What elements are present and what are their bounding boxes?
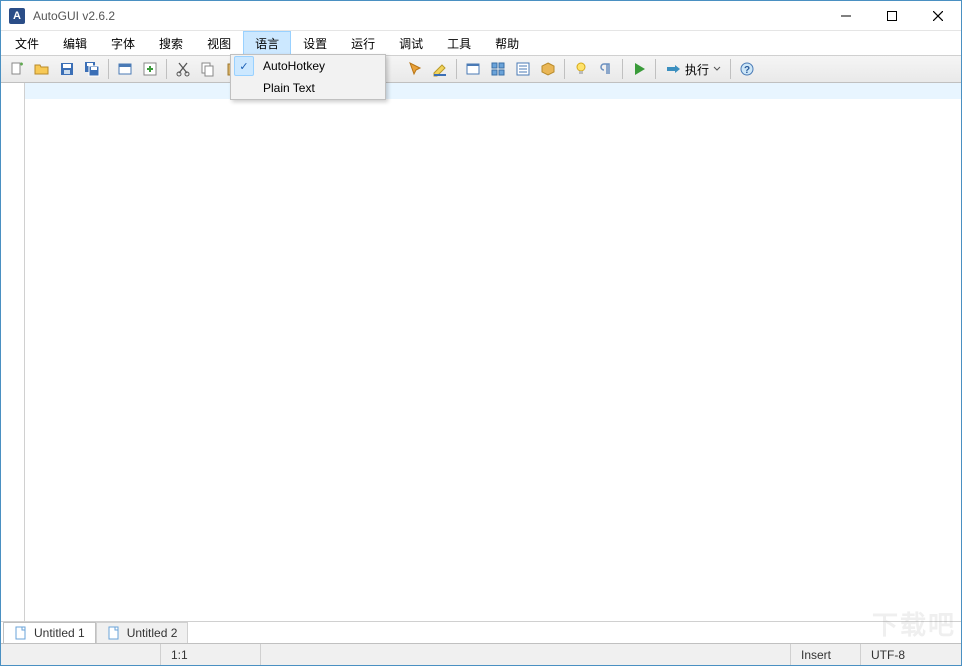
maximize-button[interactable]: [869, 1, 915, 31]
statusbar: 1:1 Insert UTF-8: [1, 643, 961, 665]
language-option-autohotkey[interactable]: ✓ AutoHotkey: [231, 55, 385, 77]
menu-language[interactable]: 语言: [243, 31, 291, 55]
bulb-button[interactable]: [569, 57, 593, 81]
language-dropdown: ✓ AutoHotkey Plain Text: [230, 54, 386, 100]
menu-run[interactable]: 运行: [339, 31, 387, 55]
new-file-button[interactable]: [5, 57, 29, 81]
toolbar-separator: [166, 59, 167, 79]
menubar: 文件 编辑 字体 搜索 视图 语言 设置 运行 调试 工具 帮助: [1, 31, 961, 55]
toolbar-separator: [108, 59, 109, 79]
menu-edit[interactable]: 编辑: [51, 31, 99, 55]
tab-untitled-1[interactable]: Untitled 1: [3, 622, 96, 643]
cut-button[interactable]: [171, 57, 195, 81]
run-button[interactable]: [627, 57, 651, 81]
toolbar-separator: [730, 59, 731, 79]
check-icon: ✓: [234, 56, 254, 76]
window-title: AutoGUI v2.6.2: [33, 9, 823, 23]
help-button[interactable]: ?: [735, 57, 759, 81]
language-option-plaintext[interactable]: Plain Text: [231, 77, 385, 99]
status-cell-1: [1, 644, 161, 665]
app-icon: A: [9, 8, 25, 24]
status-insert-mode: Insert: [791, 644, 861, 665]
run-label: 执行: [685, 61, 709, 78]
menu-file[interactable]: 文件: [3, 31, 51, 55]
menu-help[interactable]: 帮助: [483, 31, 531, 55]
app-window-button[interactable]: [461, 57, 485, 81]
tab-label: Untitled 2: [127, 626, 178, 640]
current-line-highlight: [25, 83, 961, 99]
highlight-button[interactable]: [428, 57, 452, 81]
menu-font[interactable]: 字体: [99, 31, 147, 55]
toolbar-separator: [655, 59, 656, 79]
package-button[interactable]: [536, 57, 560, 81]
menu-view[interactable]: 视图: [195, 31, 243, 55]
open-file-button[interactable]: [30, 57, 54, 81]
tab-label: Untitled 1: [34, 626, 85, 640]
add-button[interactable]: [138, 57, 162, 81]
run-dropdown-button[interactable]: 执行: [660, 57, 726, 81]
pilcrow-button[interactable]: [594, 57, 618, 81]
document-icon: [14, 626, 28, 640]
menu-search[interactable]: 搜索: [147, 31, 195, 55]
menu-tools[interactable]: 工具: [435, 31, 483, 55]
titlebar: A AutoGUI v2.6.2: [1, 1, 961, 31]
toolbar-separator: [456, 59, 457, 79]
editor-area[interactable]: [1, 83, 961, 621]
toolbar: 执行 ?: [1, 55, 961, 83]
save-button[interactable]: [55, 57, 79, 81]
tab-untitled-2[interactable]: Untitled 2: [96, 622, 189, 643]
gutter: [1, 83, 25, 621]
status-spacer: [261, 644, 791, 665]
pointer-button[interactable]: [403, 57, 427, 81]
menu-settings[interactable]: 设置: [291, 31, 339, 55]
menu-debug[interactable]: 调试: [387, 31, 435, 55]
list-button[interactable]: [511, 57, 535, 81]
minimize-button[interactable]: [823, 1, 869, 31]
toolbar-separator: [622, 59, 623, 79]
status-position: 1:1: [161, 644, 261, 665]
layout-button[interactable]: [486, 57, 510, 81]
copy-button[interactable]: [196, 57, 220, 81]
toolbar-separator: [564, 59, 565, 79]
chevron-down-icon: [713, 65, 721, 73]
document-tabs: Untitled 1 Untitled 2: [1, 621, 961, 643]
dropdown-item-label: Plain Text: [257, 81, 315, 95]
status-encoding: UTF-8: [861, 644, 961, 665]
save-all-button[interactable]: [80, 57, 104, 81]
document-icon: [107, 626, 121, 640]
svg-text:?: ?: [744, 65, 750, 76]
window-button[interactable]: [113, 57, 137, 81]
close-button[interactable]: [915, 1, 961, 31]
run-arrow-icon: [665, 61, 681, 77]
dropdown-item-label: AutoHotkey: [257, 59, 325, 73]
